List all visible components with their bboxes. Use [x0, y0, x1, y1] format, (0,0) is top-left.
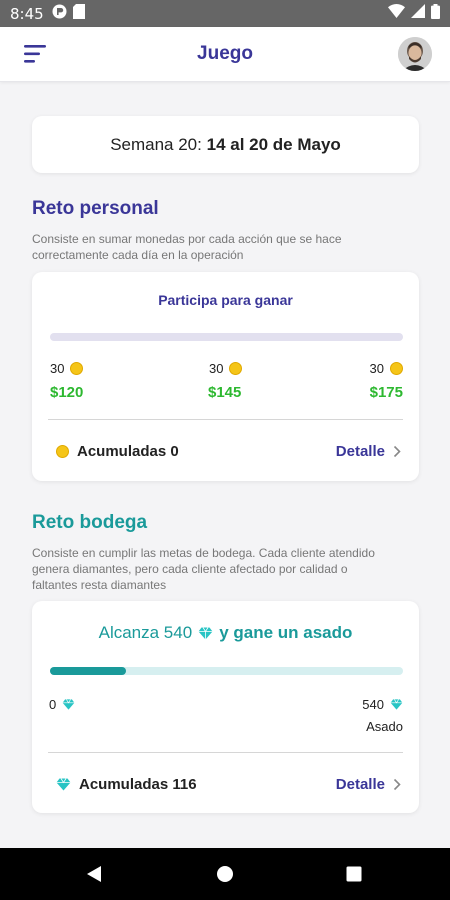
bodega-goal-prefix: Alcanza 540 — [98, 623, 193, 642]
section-description-reto-personal: Consiste en sumar monedas por cada acció… — [32, 232, 342, 262]
section-description-reto-bodega: Consiste en cumplir las metas de bodega.… — [32, 546, 375, 592]
user-avatar-icon — [398, 37, 432, 71]
nav-recents-icon — [346, 866, 362, 882]
bodega-progress-fill — [50, 667, 126, 675]
nav-home-button[interactable] — [216, 865, 234, 888]
bodega-end-value: 540 — [362, 697, 384, 712]
bodega-start: 0 — [49, 697, 75, 712]
system-navigation-bar — [0, 848, 450, 900]
milestone-3-coins: 30 — [369, 361, 384, 376]
bodega-accumulated-label: Acumuladas 116 — [79, 776, 197, 793]
app-bar: Juego — [0, 27, 450, 82]
coin-icon — [390, 362, 403, 375]
milestone-2: 30 — [209, 361, 243, 376]
battery-icon — [431, 3, 440, 24]
participa-label: Participa para ganar — [158, 292, 293, 308]
nav-back-button[interactable] — [86, 865, 102, 888]
status-right-icons — [388, 3, 440, 24]
diamond-icon — [62, 699, 75, 710]
signal-icon — [411, 4, 425, 23]
bodega-accumulated: Acumuladas 116 — [56, 776, 197, 793]
page-title: Juego — [197, 43, 253, 64]
status-time: 8:45 — [10, 4, 44, 23]
divider — [48, 419, 403, 420]
coin-icon — [56, 445, 69, 458]
bodega-challenge-card: Alcanza 540 y gane un asado 0 540 Asado … — [32, 601, 419, 813]
coin-icon — [229, 362, 243, 375]
milestone-2-coins: 30 — [209, 361, 224, 376]
bodega-start-value: 0 — [49, 697, 57, 712]
section-title-reto-personal: Reto personal — [32, 198, 159, 219]
bodega-end: 540 — [362, 697, 403, 712]
nav-back-icon — [87, 866, 101, 882]
milestone-3-prize: $175 — [369, 384, 403, 401]
wifi-icon — [388, 4, 405, 23]
coin-icon — [70, 362, 84, 375]
diamond-icon — [390, 699, 403, 710]
bodega-progress-track — [50, 667, 403, 675]
personal-progress-track — [50, 333, 403, 341]
bodega-goal: Alcanza 540 y gane un asado — [32, 623, 419, 643]
personal-detail-link[interactable]: Detalle — [336, 443, 401, 460]
week-label: Semana 20: — [110, 134, 202, 154]
status-bar: 8:45 — [0, 0, 450, 27]
week-card: Semana 20: 14 al 20 de Mayo — [32, 116, 419, 173]
bodega-detail-link[interactable]: Detalle — [336, 776, 401, 793]
milestone-2-prize: $145 — [208, 384, 242, 401]
detail-label: Detalle — [335, 443, 385, 460]
week-range: 14 al 20 de Mayo — [206, 134, 341, 154]
milestone-3: 30 — [370, 361, 403, 376]
milestone-1-prize: $120 — [50, 384, 84, 401]
personal-challenge-card: Participa para ganar 30 $120 30 $145 30 … — [32, 272, 419, 481]
avatar[interactable] — [398, 37, 432, 71]
milestone-1: 30 — [50, 361, 84, 376]
detail-label: Detalle — [335, 776, 385, 793]
chevron-right-icon — [393, 778, 401, 791]
chevron-right-icon — [393, 445, 401, 458]
app-notification-icon — [52, 4, 67, 24]
diamond-icon — [56, 778, 71, 791]
diamond-icon — [198, 626, 213, 639]
personal-accumulated: Acumuladas 0 — [56, 443, 179, 460]
bodega-goal-suffix: y gane un asado — [219, 623, 353, 642]
personal-accumulated-label: Acumuladas 0 — [77, 443, 179, 460]
nav-recents-button[interactable] — [346, 866, 362, 887]
section-title-reto-bodega: Reto bodega — [32, 512, 148, 533]
status-left-icons — [52, 3, 85, 24]
divider — [48, 752, 403, 753]
bodega-end-caption: Asado — [366, 719, 403, 734]
nav-home-icon — [217, 866, 233, 882]
sd-card-icon — [72, 3, 85, 24]
milestone-1-coins: 30 — [50, 361, 65, 376]
